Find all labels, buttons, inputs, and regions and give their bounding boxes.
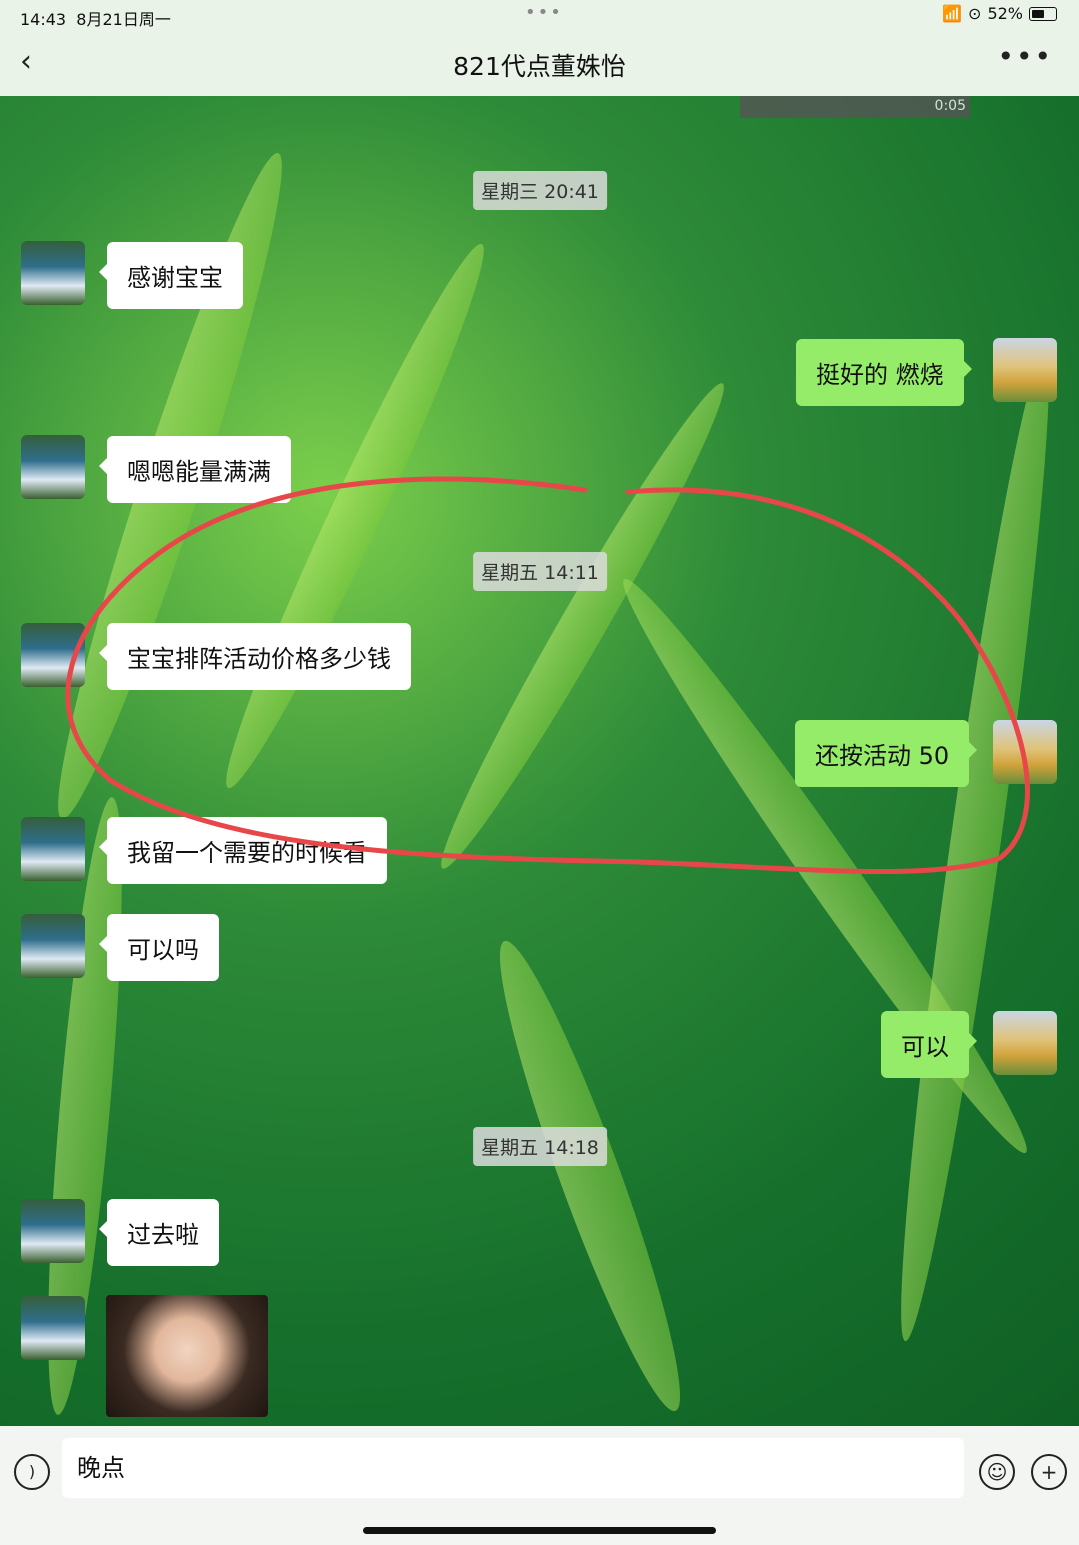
plus-button[interactable]: + (1031, 1454, 1067, 1490)
contact-avatar[interactable] (21, 241, 85, 305)
my-avatar[interactable] (993, 720, 1057, 784)
status-bar: 14:43 8月21日周一 ••• 📶 ⊙ 52% (0, 0, 1079, 30)
background-stalk (423, 372, 742, 880)
message-bubble-incoming[interactable]: 过去啦 (99, 1199, 219, 1266)
image-message[interactable] (106, 1295, 268, 1417)
nav-bar: ‹ 821代点董姝怡 ••• (0, 30, 1079, 96)
contact-avatar[interactable] (21, 435, 85, 499)
status-time: 14:43 8月21日周一 (20, 10, 171, 29)
background-stalk (476, 930, 704, 1422)
rotation-lock-icon: ⊙ (968, 4, 982, 23)
battery-icon (1029, 6, 1057, 21)
voice-button[interactable]: ) (14, 1454, 50, 1490)
message-bubble-incoming[interactable]: 嗯嗯能量满满 (99, 436, 291, 503)
video-duration: 0:05 (934, 98, 966, 114)
message-bubble-incoming[interactable]: 宝宝排阵活动价格多少钱 (99, 623, 411, 690)
contact-avatar[interactable] (21, 623, 85, 687)
plus-icon: + (1040, 1460, 1058, 1484)
timestamp: 星期五 14:11 (473, 552, 607, 591)
voice-icon: ) (28, 1462, 36, 1481)
more-button[interactable]: ••• (997, 40, 1053, 73)
timestamp: 星期三 20:41 (473, 171, 607, 210)
message-bubble-incoming[interactable]: 可以吗 (99, 914, 219, 981)
emoji-icon: ☺ (986, 1460, 1008, 1484)
chat-title: 821代点董姝怡 (453, 52, 626, 81)
home-indicator[interactable] (363, 1527, 716, 1534)
status-right: 📶 ⊙ 52% (942, 4, 1057, 23)
message-bubble-outgoing[interactable]: 可以 (881, 1011, 977, 1078)
contact-avatar[interactable] (21, 1296, 85, 1360)
background-stalk (880, 347, 1070, 1345)
contact-avatar[interactable] (21, 914, 85, 978)
message-input[interactable]: 晚点 (62, 1438, 964, 1498)
multitask-dots[interactable]: ••• (525, 2, 563, 23)
message-bubble-incoming[interactable]: 我留一个需要的时候看 (99, 817, 387, 884)
video-message-thumb[interactable]: 0:05 (740, 96, 970, 118)
wifi-icon: 📶 (942, 4, 963, 23)
battery-percent: 52% (987, 4, 1023, 23)
message-bubble-incoming[interactable]: 感谢宝宝 (99, 242, 243, 309)
my-avatar[interactable] (993, 338, 1057, 402)
contact-avatar[interactable] (21, 1199, 85, 1263)
message-bubble-outgoing[interactable]: 挺好的 燃烧 (796, 339, 972, 406)
message-bubble-outgoing[interactable]: 还按活动 50 (795, 720, 978, 787)
chat-area[interactable]: 0:05 星期三 20:41 感谢宝宝 挺好的 燃烧 嗯嗯能量满满 星期五 14… (0, 96, 1079, 1426)
my-avatar[interactable] (993, 1011, 1057, 1075)
more-dots-icon: ••• (997, 40, 1053, 73)
timestamp: 星期五 14:18 (473, 1127, 607, 1166)
emoji-button[interactable]: ☺ (979, 1454, 1015, 1490)
contact-avatar[interactable] (21, 817, 85, 881)
